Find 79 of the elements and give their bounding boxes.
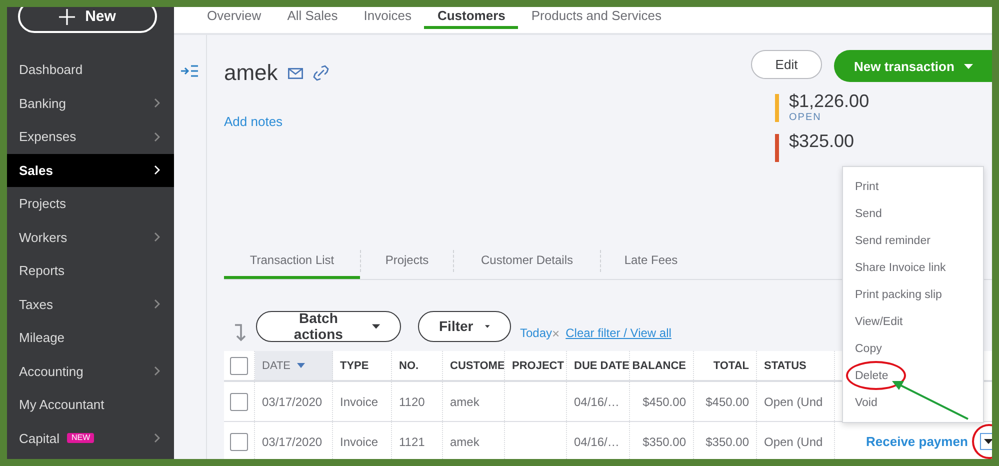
menu-item[interactable]: Void xyxy=(855,396,878,408)
balance-amount: $1,226.00 xyxy=(789,91,870,112)
nav-tab[interactable]: Overview xyxy=(194,7,274,29)
menu-item[interactable]: Copy xyxy=(855,342,882,354)
checkbox[interactable] xyxy=(230,392,248,410)
menu-item[interactable]: Print packing slip xyxy=(855,288,942,300)
checkbox[interactable] xyxy=(230,356,248,374)
table-cell: amek xyxy=(450,434,480,448)
table-cell: 1121 xyxy=(399,434,425,448)
column-header[interactable]: NO. xyxy=(399,360,419,372)
sidebar-item[interactable]: Expenses xyxy=(7,120,174,154)
sidebar-item[interactable]: Capital NEW xyxy=(7,422,174,455)
column-header[interactable]: DATE xyxy=(262,360,291,372)
nav-tab[interactable]: All Sales xyxy=(274,7,351,29)
table-cell: $350.00 xyxy=(706,434,749,448)
balance-label: OPEN xyxy=(789,112,822,123)
caret-icon xyxy=(485,324,490,328)
table-cell: $450.00 xyxy=(642,394,686,408)
plus-icon xyxy=(59,8,76,24)
tab[interactable]: Late Fees xyxy=(601,243,701,279)
menu-item[interactable]: Print xyxy=(855,180,879,192)
tab[interactable]: Projects xyxy=(361,243,453,279)
sidebar-item[interactable]: Workers xyxy=(7,220,174,254)
table-cell: $450.00 xyxy=(706,394,749,408)
dropdown-button[interactable] xyxy=(980,433,992,450)
sidebar-item[interactable]: My Accountant xyxy=(7,388,174,422)
sidebar-item[interactable]: Banking xyxy=(7,86,174,120)
sidebar-item[interactable]: Reports xyxy=(7,254,174,288)
tab[interactable]: Transaction List xyxy=(224,243,360,279)
nav-tab[interactable]: Products and Services xyxy=(518,7,674,29)
new-badge: NEW xyxy=(67,433,94,444)
tab[interactable]: Customer Details xyxy=(454,243,600,279)
sidebar-item[interactable]: Projects xyxy=(7,187,174,220)
column-header[interactable]: TYPE xyxy=(340,360,369,372)
customer-name: amek xyxy=(224,60,278,86)
caret-icon xyxy=(984,439,992,444)
filter-button[interactable]: Filter xyxy=(418,310,511,342)
menu-item[interactable]: Send xyxy=(855,208,882,220)
column-header[interactable]: BALANCE xyxy=(632,360,686,372)
table-cell: 04/16/… xyxy=(574,394,620,408)
menu-item[interactable]: Delete xyxy=(855,370,888,382)
menu-item[interactable]: View/Edit xyxy=(855,316,903,328)
column-header[interactable]: DUE DATE xyxy=(574,360,629,372)
menu-item[interactable]: Share Invoice link xyxy=(855,262,946,274)
collapse-panel-icon[interactable] xyxy=(181,65,199,77)
caret-icon xyxy=(372,324,380,328)
table-cell: 04/16/… xyxy=(574,434,620,448)
table-cell: $350.00 xyxy=(642,434,686,448)
table-cell: 03/17/2020 xyxy=(262,434,322,448)
edit-button[interactable]: Edit xyxy=(751,50,822,79)
column-header[interactable]: CUSTOME xyxy=(450,360,504,372)
table-cell: 03/17/2020 xyxy=(262,394,322,408)
sidebar-item[interactable]: Accounting xyxy=(7,354,174,388)
sidebar-item[interactable]: Mileage xyxy=(7,321,174,354)
filter-label: Today xyxy=(520,326,552,340)
sort-arrow-icon xyxy=(234,324,248,342)
nav-tab[interactable]: Customers xyxy=(424,7,518,29)
checkbox[interactable] xyxy=(230,432,248,450)
table-cell: Invoice xyxy=(340,394,378,408)
menu-item[interactable]: Send reminder xyxy=(855,234,930,246)
table-cell: amek xyxy=(450,394,480,408)
batch-actions-button[interactable]: Batch actions xyxy=(256,310,401,342)
table-cell: Invoice xyxy=(340,434,378,448)
table-cell: Open (Und xyxy=(764,394,823,408)
balance-amount: $325.00 xyxy=(789,131,854,152)
nav-tab[interactable]: Invoices xyxy=(350,7,424,29)
sidebar-item[interactable]: Sales xyxy=(7,154,174,187)
column-header[interactable]: STATUS xyxy=(764,360,806,372)
mail-icon xyxy=(288,68,303,78)
new-button[interactable]: New xyxy=(18,7,157,33)
link-icon xyxy=(312,65,329,81)
column-header[interactable]: PROJECT xyxy=(512,360,564,372)
sidebar-item[interactable]: Dashboard xyxy=(7,53,174,86)
column-header[interactable]: TOTAL xyxy=(713,360,749,372)
table-cell: 1120 xyxy=(399,394,425,408)
caret-icon xyxy=(964,64,974,68)
receive-payment-link[interactable]: Receive paymen xyxy=(866,434,968,449)
table-cell: Open (Und xyxy=(764,434,823,448)
sidebar-item[interactable]: Taxes xyxy=(7,288,174,321)
